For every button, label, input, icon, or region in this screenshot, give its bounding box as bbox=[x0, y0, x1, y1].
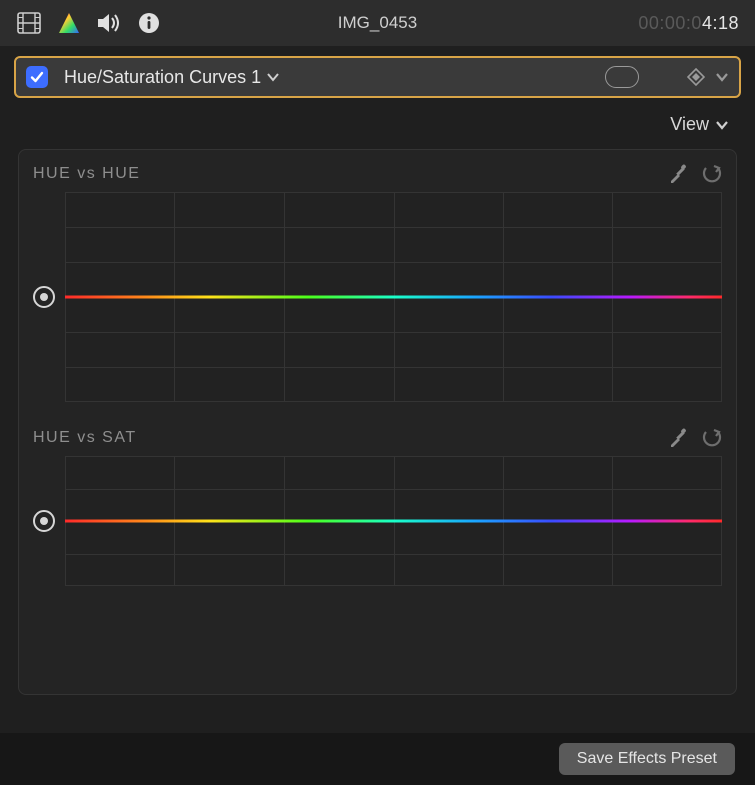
curves-panel: HUE vs HUE bbox=[18, 149, 737, 695]
effect-name-label: Hue/Saturation Curves 1 bbox=[64, 67, 261, 88]
reset-arrow-icon[interactable] bbox=[702, 429, 722, 447]
spectrum-line[interactable] bbox=[65, 296, 722, 299]
view-row: View bbox=[0, 104, 755, 149]
info-icon[interactable] bbox=[136, 10, 162, 36]
check-icon bbox=[30, 70, 44, 84]
curve-handle[interactable] bbox=[33, 510, 55, 532]
mask-button[interactable] bbox=[605, 66, 639, 88]
volume-icon[interactable] bbox=[96, 10, 122, 36]
color-icon[interactable] bbox=[56, 10, 82, 36]
curve-header: HUE vs SAT bbox=[33, 428, 722, 448]
curve-hue-vs-sat: HUE vs SAT bbox=[33, 428, 722, 586]
curve-handle[interactable] bbox=[33, 286, 55, 308]
curve-grid[interactable] bbox=[65, 192, 722, 402]
reset-arrow-icon[interactable] bbox=[702, 165, 722, 183]
view-menu[interactable]: View bbox=[670, 114, 729, 135]
effect-enable-checkbox[interactable] bbox=[26, 66, 48, 88]
curve-grid[interactable] bbox=[65, 456, 722, 586]
effect-name-dropdown[interactable]: Hue/Saturation Curves 1 bbox=[64, 67, 279, 88]
spectrum-line[interactable] bbox=[65, 520, 722, 523]
curve-header: HUE vs HUE bbox=[33, 164, 722, 184]
chevron-down-icon bbox=[715, 119, 729, 131]
timecode-bright: 4:18 bbox=[702, 13, 739, 33]
footer: Save Effects Preset bbox=[0, 733, 755, 785]
effect-menu-chevron-icon[interactable] bbox=[715, 71, 729, 83]
effect-bar-wrap: Hue/Saturation Curves 1 bbox=[0, 46, 755, 104]
eyedropper-icon[interactable] bbox=[668, 428, 688, 448]
eyedropper-icon[interactable] bbox=[668, 164, 688, 184]
inspector-topbar: IMG_0453 00:00:04:18 bbox=[0, 0, 755, 46]
curve-title: HUE vs SAT bbox=[33, 429, 137, 447]
film-icon[interactable] bbox=[16, 10, 42, 36]
effect-header: Hue/Saturation Curves 1 bbox=[14, 56, 741, 98]
curve-body bbox=[33, 456, 722, 586]
curve-title: HUE vs HUE bbox=[33, 165, 140, 183]
curve-hue-vs-hue: HUE vs HUE bbox=[33, 164, 722, 402]
chevron-down-icon bbox=[267, 72, 279, 82]
timecode: 00:00:04:18 bbox=[638, 13, 739, 34]
save-effects-preset-button[interactable]: Save Effects Preset bbox=[559, 743, 735, 775]
curve-body bbox=[33, 192, 722, 402]
timecode-dim: 00:00:0 bbox=[638, 13, 702, 33]
view-menu-label: View bbox=[670, 114, 709, 135]
keyframe-icon[interactable] bbox=[687, 68, 705, 86]
